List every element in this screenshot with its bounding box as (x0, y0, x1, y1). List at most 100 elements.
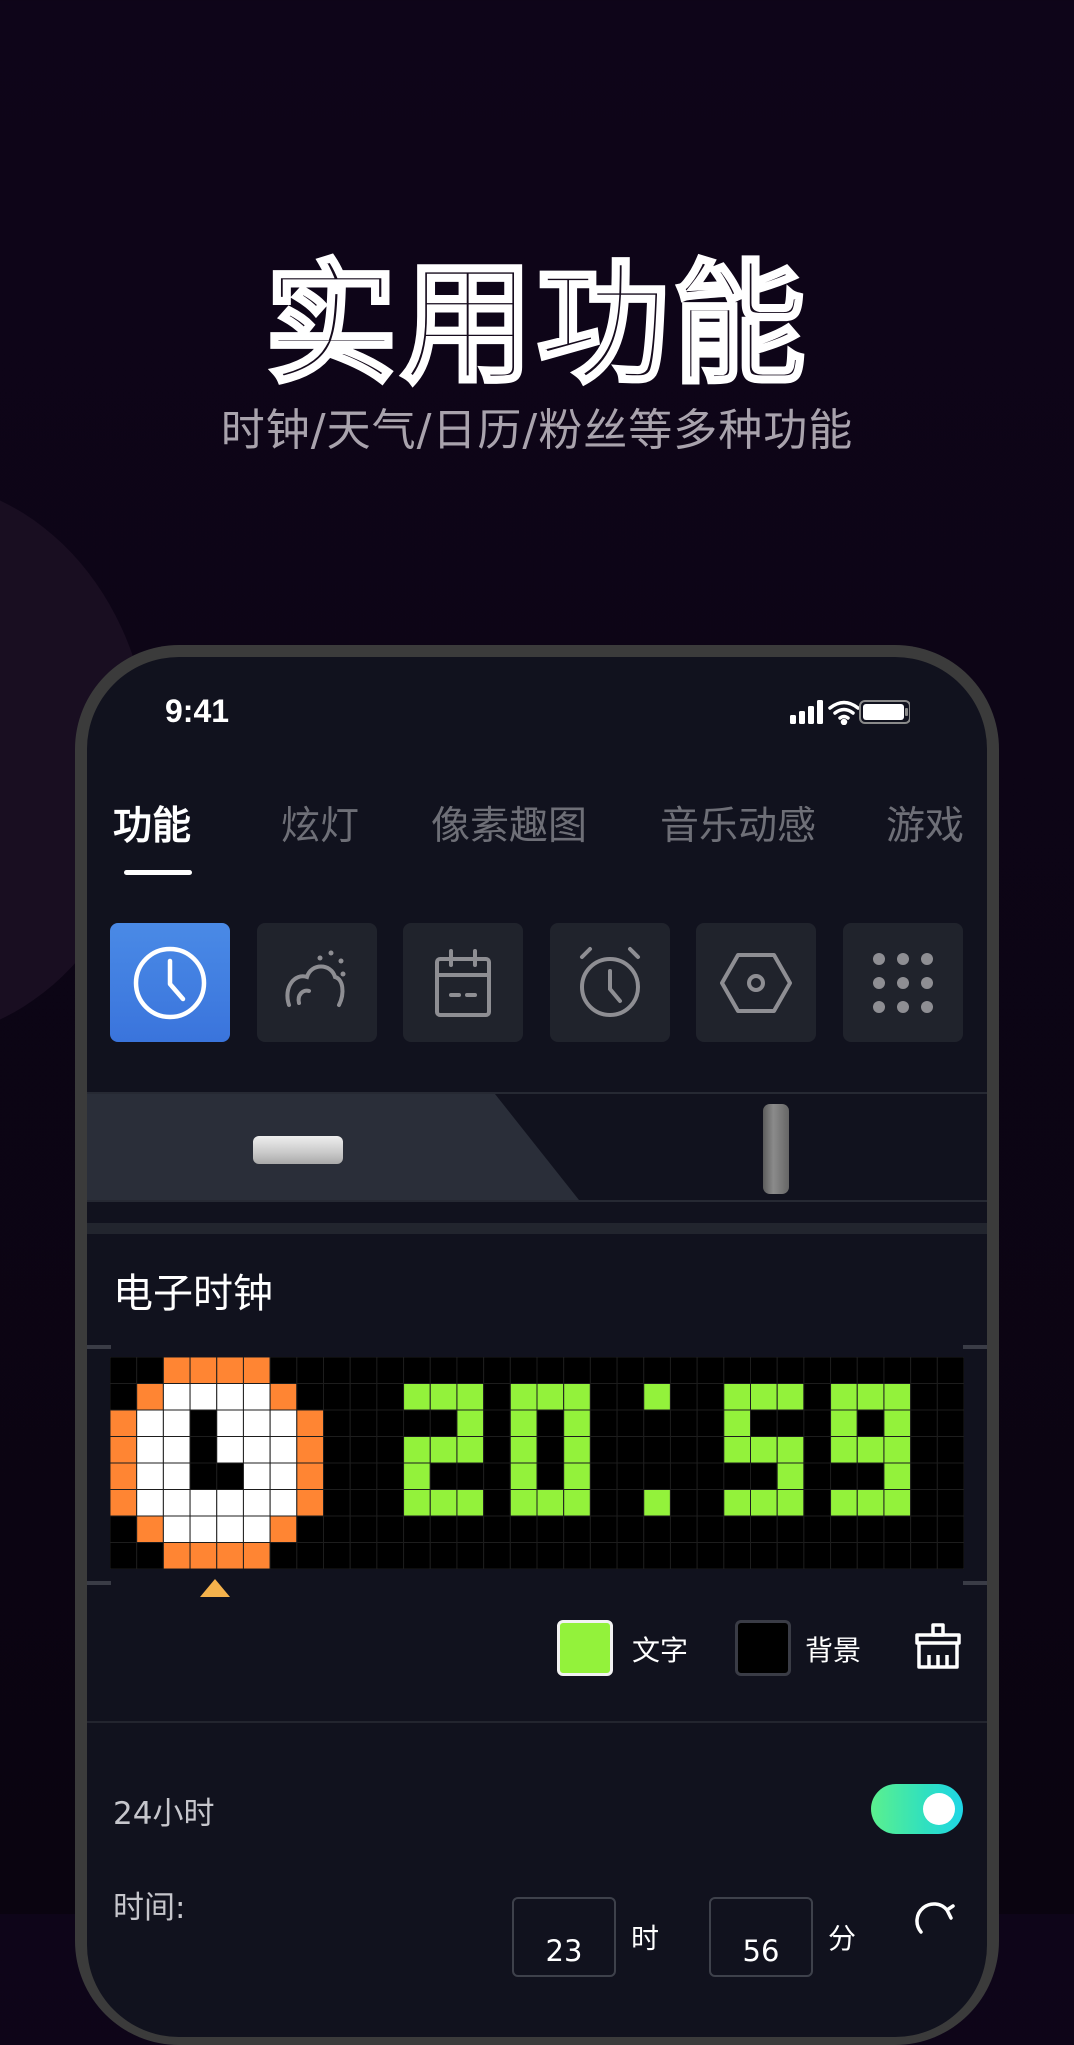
pixel-off[interactable] (750, 1357, 778, 1384)
pixel-off[interactable] (910, 1542, 938, 1570)
pixel-off[interactable] (883, 1357, 912, 1384)
pixel-on[interactable] (776, 1436, 805, 1464)
pixel-off[interactable] (696, 1542, 725, 1570)
pixel-on[interactable] (403, 1436, 431, 1464)
pixel-off[interactable] (750, 1409, 778, 1437)
pixel-off[interactable] (669, 1515, 698, 1543)
pixel-on[interactable] (750, 1383, 778, 1411)
pixel-off[interactable] (616, 1489, 645, 1517)
pixel-on[interactable] (883, 1436, 912, 1464)
pixel-on[interactable] (830, 1489, 858, 1517)
pixel-on[interactable] (750, 1489, 778, 1517)
pixel-off[interactable] (349, 1383, 378, 1411)
pixel-on[interactable] (269, 1436, 298, 1464)
pixel-on[interactable] (643, 1383, 671, 1411)
pixel-off[interactable] (376, 1357, 405, 1384)
pixel-off[interactable] (323, 1542, 351, 1570)
pixel-off[interactable] (429, 1462, 458, 1490)
pixel-off[interactable] (803, 1489, 832, 1517)
pixel-off[interactable] (589, 1357, 618, 1384)
pixel-off[interactable] (723, 1357, 751, 1384)
pixel-on[interactable] (563, 1436, 591, 1464)
pixel-on[interactable] (242, 1462, 271, 1490)
pixel-on[interactable] (162, 1462, 191, 1490)
clear-brush-icon[interactable] (913, 1623, 963, 1671)
pixel-off[interactable] (723, 1542, 751, 1570)
pixel-on[interactable] (429, 1489, 458, 1517)
pixel-off[interactable] (110, 1542, 138, 1570)
pixel-off[interactable] (589, 1542, 618, 1570)
text-color-swatch[interactable] (557, 1620, 613, 1676)
pixel-on[interactable] (750, 1436, 778, 1464)
pixel-on[interactable] (776, 1383, 805, 1411)
hour24-toggle[interactable] (871, 1784, 963, 1834)
pixel-off[interactable] (483, 1542, 511, 1570)
pixel-off[interactable] (936, 1489, 964, 1517)
pixel-off[interactable] (616, 1357, 645, 1384)
pixel-off[interactable] (483, 1409, 511, 1437)
pixel-off[interactable] (936, 1436, 964, 1464)
pixel-off[interactable] (803, 1409, 832, 1437)
pixel-off[interactable] (910, 1515, 938, 1543)
pixel-off[interactable] (483, 1489, 511, 1517)
pixel-on[interactable] (509, 1409, 538, 1437)
pixel-off[interactable] (349, 1542, 378, 1570)
pixel-off[interactable] (803, 1462, 832, 1490)
pixel-off[interactable] (403, 1515, 431, 1543)
pixel-off[interactable] (616, 1383, 645, 1411)
pixel-off[interactable] (589, 1383, 618, 1411)
pixel-on[interactable] (723, 1383, 751, 1411)
pixel-on[interactable] (776, 1489, 805, 1517)
pixel-off[interactable] (589, 1462, 618, 1490)
pixel-off[interactable] (803, 1383, 832, 1411)
device-option-horizontal[interactable] (87, 1094, 579, 1200)
pixel-on[interactable] (296, 1489, 324, 1517)
pixel-off[interactable] (776, 1515, 805, 1543)
pixel-off[interactable] (376, 1383, 405, 1411)
pixel-off[interactable] (536, 1542, 565, 1570)
pixel-off[interactable] (723, 1462, 751, 1490)
pixel-on[interactable] (242, 1542, 271, 1570)
pixel-off[interactable] (376, 1542, 405, 1570)
pixel-on[interactable] (162, 1436, 191, 1464)
pixel-off[interactable] (776, 1542, 805, 1570)
pixel-off[interactable] (456, 1515, 485, 1543)
pixel-on[interactable] (242, 1357, 271, 1384)
pixel-off[interactable] (616, 1515, 645, 1543)
pixel-off[interactable] (750, 1462, 778, 1490)
pixel-on[interactable] (162, 1357, 191, 1384)
pixel-off[interactable] (403, 1409, 431, 1437)
pixel-off[interactable] (856, 1462, 885, 1490)
pixel-off[interactable] (376, 1409, 405, 1437)
tile-clock[interactable] (110, 923, 230, 1042)
pixel-on[interactable] (830, 1436, 858, 1464)
pixel-off[interactable] (323, 1515, 351, 1543)
pixel-on[interactable] (136, 1515, 164, 1543)
tile-more[interactable] (843, 923, 963, 1042)
tab-lights[interactable]: 炫灯 (281, 795, 359, 851)
pixel-off[interactable] (536, 1462, 565, 1490)
pixel-off[interactable] (856, 1515, 885, 1543)
pixel-on[interactable] (189, 1436, 218, 1464)
pixel-on[interactable] (563, 1383, 591, 1411)
tile-alarm[interactable] (550, 923, 670, 1042)
pixel-on[interactable] (110, 1489, 138, 1517)
pixel-on[interactable] (883, 1489, 912, 1517)
pixel-on[interactable] (883, 1462, 912, 1490)
pixel-off[interactable] (456, 1462, 485, 1490)
pixel-off[interactable] (483, 1436, 511, 1464)
pixel-on[interactable] (856, 1436, 885, 1464)
pixel-off[interactable] (910, 1489, 938, 1517)
pixel-on[interactable] (456, 1489, 485, 1517)
pixel-on[interactable] (296, 1436, 324, 1464)
pixel-off[interactable] (536, 1515, 565, 1543)
pixel-on[interactable] (883, 1409, 912, 1437)
pixel-off[interactable] (563, 1515, 591, 1543)
pixel-off[interactable] (536, 1409, 565, 1437)
pixel-on[interactable] (563, 1409, 591, 1437)
pixel-off[interactable] (936, 1462, 964, 1490)
pixel-on[interactable] (189, 1357, 218, 1384)
tile-device-settings[interactable] (696, 923, 816, 1042)
pixel-off[interactable] (349, 1436, 378, 1464)
pixel-on[interactable] (242, 1489, 271, 1517)
